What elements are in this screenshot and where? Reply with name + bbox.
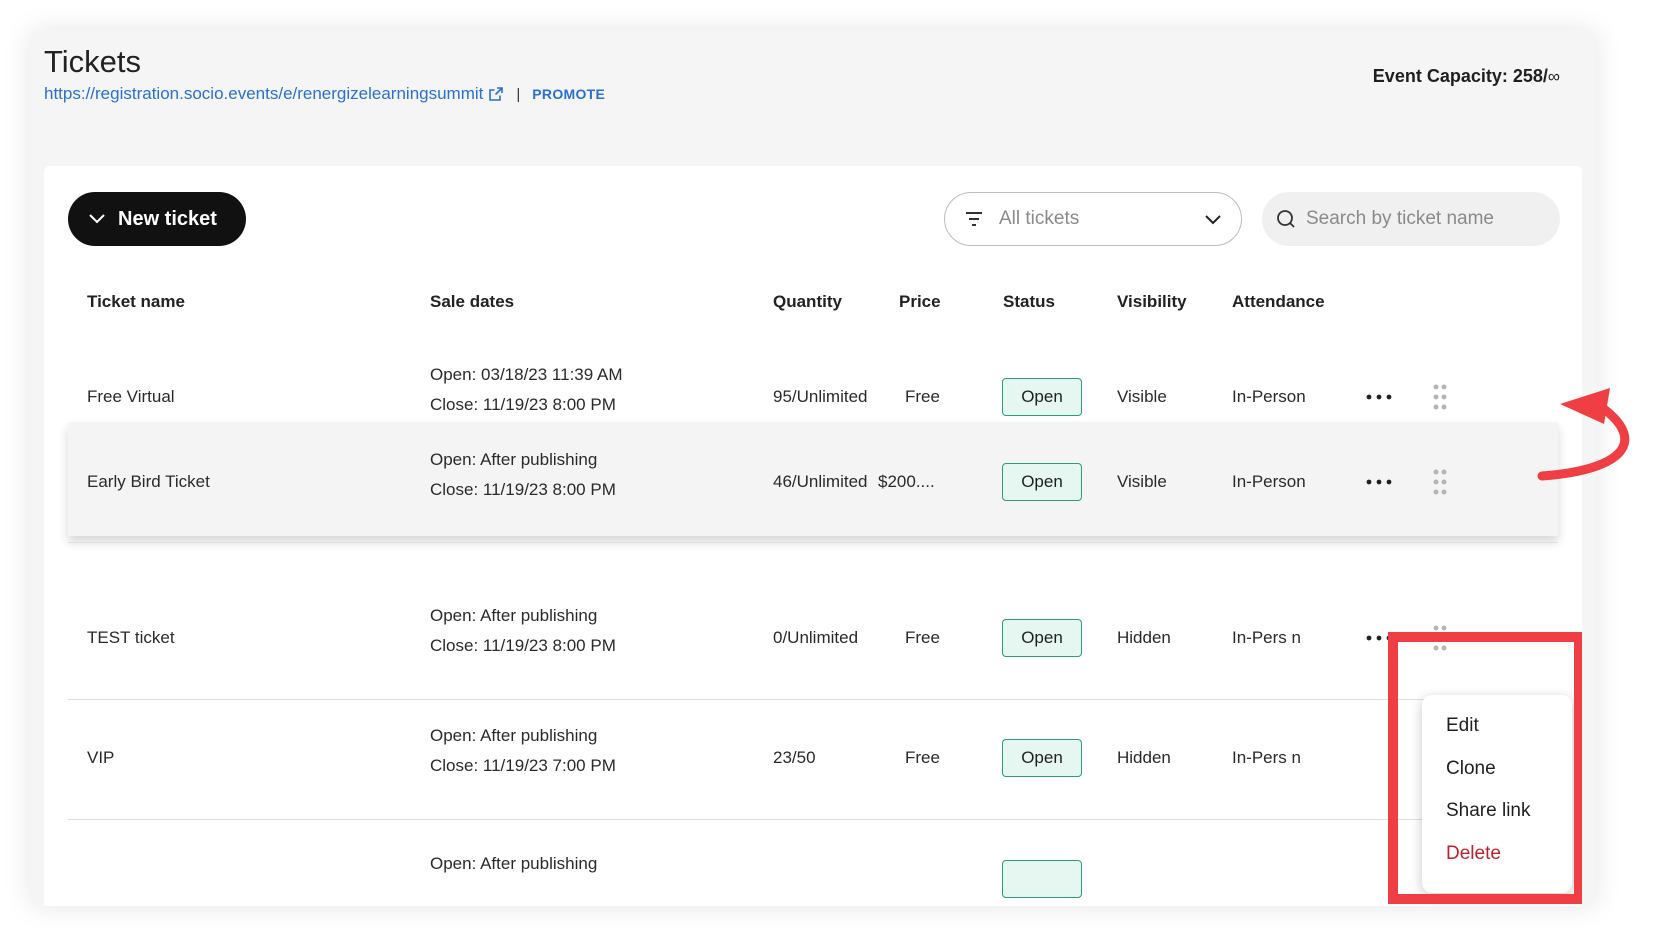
event-capacity-label: Event Capacity: 258/ bbox=[1372, 66, 1548, 86]
search-box[interactable] bbox=[1262, 192, 1560, 246]
sale-close: Close: 11/19/23 8:00 PM bbox=[430, 636, 616, 655]
sale-close: Close: 11/19/23 8:00 PM bbox=[430, 395, 616, 414]
ticket-quantity: 23/50 bbox=[773, 748, 816, 767]
drag-handle-icon[interactable] bbox=[1432, 469, 1448, 495]
sale-close: Close: 11/19/23 7:00 PM bbox=[430, 756, 616, 775]
url-separator: | bbox=[516, 85, 521, 103]
sale-open: Open: After publishing bbox=[430, 450, 598, 469]
ticket-attendance: In-Pers n bbox=[1232, 628, 1301, 647]
ticket-name: Free Virtual bbox=[87, 387, 175, 406]
sale-close: Close: 11/19/23 8:00 PM bbox=[430, 480, 616, 499]
ticket-attendance: In-Person bbox=[1232, 387, 1306, 406]
column-header-sale-dates: Sale dates bbox=[430, 292, 515, 311]
status-badge: Open bbox=[1002, 619, 1082, 657]
new-ticket-label: New ticket bbox=[118, 207, 217, 230]
ticket-visibility: Hidden bbox=[1117, 748, 1171, 767]
ticket-quantity: 95/Unlimited bbox=[773, 387, 868, 406]
ticket-price: $200.... bbox=[878, 472, 935, 491]
sale-open: Open: 03/18/23 11:39 AM bbox=[430, 365, 623, 384]
filter-icon bbox=[965, 211, 983, 227]
status-badge: Open bbox=[1002, 463, 1082, 501]
more-icon[interactable] bbox=[1366, 479, 1392, 485]
filter-selected-value: All tickets bbox=[999, 208, 1080, 229]
event-url-row: https://registration.socio.events/e/rene… bbox=[44, 84, 605, 104]
row-divider bbox=[68, 542, 1558, 543]
sale-open: Open: After publishing bbox=[430, 606, 598, 625]
highlight-box bbox=[1388, 632, 1582, 904]
drag-handle-icon[interactable] bbox=[1432, 384, 1448, 410]
column-header-visibility: Visibility bbox=[1117, 292, 1187, 311]
column-header-price: Price bbox=[899, 292, 941, 311]
event-capacity: Event Capacity: 258/∞ bbox=[1373, 66, 1560, 87]
curved-arrow-icon bbox=[1537, 388, 1630, 481]
sale-dates: Open: 03/18/23 11:39 AM Close: 11/19/23 … bbox=[430, 360, 623, 420]
status-badge: Open bbox=[1002, 378, 1082, 416]
ticket-price: Free bbox=[905, 628, 940, 647]
sale-dates: Open: After publishing Close: 11/19/23 8… bbox=[430, 445, 616, 505]
ticket-price: Free bbox=[905, 748, 940, 767]
infinity-symbol: ∞ bbox=[1547, 67, 1560, 86]
ticket-visibility: Visible bbox=[1117, 472, 1167, 491]
chevron-down-icon bbox=[88, 213, 106, 225]
ticket-visibility: Hidden bbox=[1117, 628, 1171, 647]
search-input[interactable] bbox=[1306, 208, 1546, 230]
tickets-card: New ticket All tickets Ticket name Sale … bbox=[44, 166, 1582, 906]
ticket-price: Free bbox=[905, 387, 940, 406]
ticket-quantity: 0/Unlimited bbox=[773, 628, 859, 647]
ticket-name: VIP bbox=[87, 748, 115, 767]
column-header-status: Status bbox=[1003, 292, 1055, 311]
new-ticket-button[interactable]: New ticket bbox=[68, 192, 246, 246]
chevron-down-icon bbox=[1203, 209, 1223, 229]
sale-dates: Open: After publishing Close: 11/19/23 8… bbox=[430, 601, 616, 661]
ticket-name: TEST ticket bbox=[87, 628, 175, 647]
status-badge bbox=[1002, 860, 1082, 898]
ticket-attendance: In-Pers n bbox=[1232, 748, 1301, 767]
event-url-link[interactable]: https://registration.socio.events/e/rene… bbox=[44, 84, 483, 104]
ticket-visibility: Visible bbox=[1117, 387, 1167, 406]
column-header-attendance: Attendance bbox=[1232, 292, 1325, 311]
tickets-page: Tickets https://registration.socio.event… bbox=[30, 30, 1596, 906]
ticket-filter-dropdown[interactable]: All tickets bbox=[944, 192, 1242, 246]
sale-open: Open: After publishing bbox=[430, 854, 598, 873]
sale-open: Open: After publishing bbox=[430, 726, 598, 745]
row-divider bbox=[68, 819, 1558, 820]
page-title: Tickets bbox=[44, 44, 142, 79]
promote-link[interactable]: PROMOTE bbox=[532, 86, 605, 102]
column-header-quantity: Quantity bbox=[773, 292, 842, 311]
row-divider bbox=[68, 699, 1558, 700]
external-link-icon[interactable] bbox=[488, 86, 504, 102]
ticket-name: Early Bird Ticket bbox=[87, 472, 210, 491]
more-icon[interactable] bbox=[1366, 394, 1392, 400]
status-badge: Open bbox=[1002, 739, 1082, 777]
ticket-quantity: 46/Unlimited bbox=[773, 472, 868, 491]
sale-dates: Open: After publishing Close: 11/19/23 7… bbox=[430, 721, 616, 781]
ticket-attendance: In-Person bbox=[1232, 472, 1306, 491]
search-icon bbox=[1276, 209, 1296, 229]
column-header-ticket-name: Ticket name bbox=[87, 292, 185, 311]
